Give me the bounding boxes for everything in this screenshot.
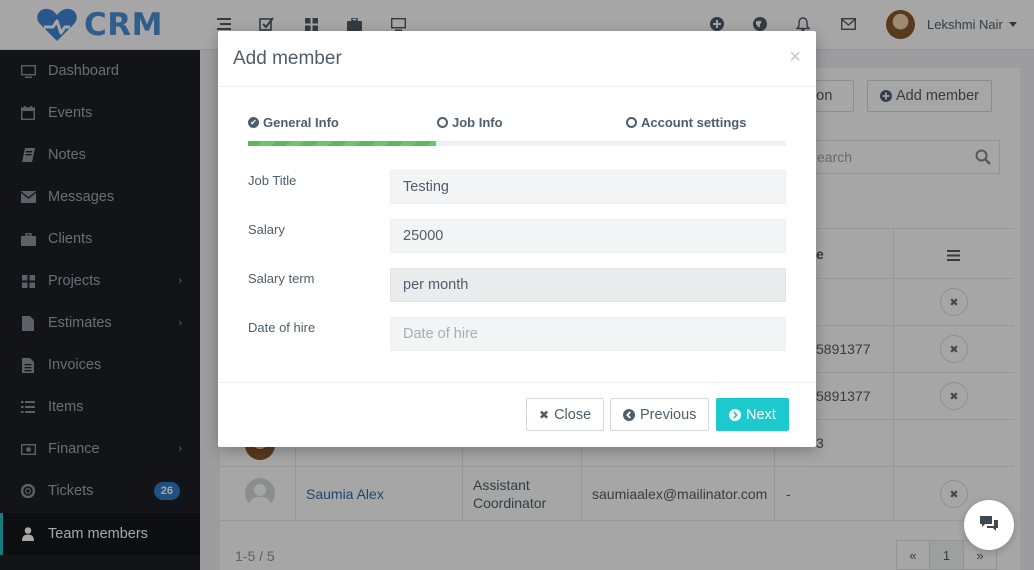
salary-term-input[interactable]	[390, 268, 786, 302]
chat-icon	[979, 515, 999, 535]
step-account-settings[interactable]: Account settings	[626, 115, 746, 130]
step-label: General Info	[263, 115, 339, 130]
arrow-left-circle-icon	[623, 408, 635, 421]
wizard-progress-bar	[248, 141, 786, 146]
close-button[interactable]: ✖ Close	[526, 398, 605, 431]
close-icon[interactable]: ×	[789, 46, 801, 69]
step-label: Account settings	[641, 115, 747, 130]
date-of-hire-label: Date of hire	[248, 320, 316, 335]
job-title-label: Job Title	[248, 173, 297, 188]
modal-header: Add member ×	[218, 31, 816, 87]
job-title-input[interactable]	[390, 170, 786, 204]
next-button-label: Next	[746, 406, 776, 423]
check-circle-icon: ✔	[248, 117, 259, 128]
previous-button[interactable]: Previous	[610, 398, 710, 431]
previous-button-label: Previous	[640, 406, 697, 423]
close-icon: ✖	[539, 407, 550, 422]
close-button-label: Close	[554, 406, 592, 423]
circle-icon	[437, 117, 448, 128]
salary-term-label: Salary term	[248, 271, 315, 286]
salary-input[interactable]	[390, 219, 786, 253]
chat-button[interactable]	[964, 500, 1014, 550]
next-button[interactable]: Next	[716, 398, 789, 431]
modal-title: Add member	[233, 48, 342, 69]
salary-label: Salary	[248, 222, 285, 237]
step-job-info[interactable]: Job Info	[437, 115, 503, 130]
step-general-info[interactable]: ✔ General Info	[248, 115, 339, 130]
arrow-right-circle-icon	[729, 408, 741, 421]
wizard-progress-fill	[248, 141, 437, 146]
circle-icon	[626, 117, 637, 128]
step-label: Job Info	[452, 115, 503, 130]
date-of-hire-input[interactable]	[390, 317, 786, 351]
add-member-modal: Add member × ✔ General Info Job Info Acc…	[218, 31, 816, 447]
